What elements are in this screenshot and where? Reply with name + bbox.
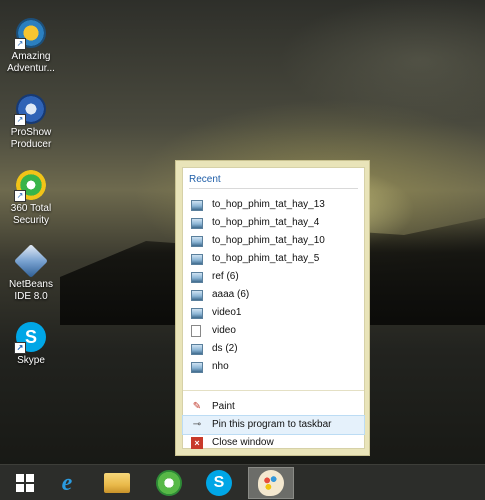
shortcut-arrow-icon: ↗ [14,38,26,50]
recent-item-label: ref (6) [212,271,239,282]
desktop-icon-skype[interactable]: S ↗ Skype [2,322,60,367]
desktop-icon-label: ProShow Producer [10,127,52,150]
image-file-icon [191,343,203,355]
image-file-icon [191,217,203,229]
recent-item[interactable]: video1 [183,304,364,322]
tasks-list: ✎ Paint ⊸ Pin this program to taskbar × … [182,398,365,452]
recent-item[interactable]: aaaa (6) [183,286,364,304]
document-file-icon [191,325,201,337]
image-file-icon [191,271,203,283]
paint-palette-icon [258,470,284,496]
image-file-icon [191,361,203,373]
desktop-icon-label: 360 Total Security [10,203,52,226]
recent-item[interactable]: to_hop_phim_tat_hay_13 [183,196,364,214]
netbeans-ide-icon [14,244,48,278]
browser-icon [156,470,182,496]
recent-item[interactable]: to_hop_phim_tat_hay_4 [183,214,364,232]
start-button[interactable] [2,467,48,499]
task-close-window[interactable]: × Close window [183,434,364,452]
recent-item[interactable]: ref (6) [183,268,364,286]
desktop-icon-label: Skype [17,355,45,366]
task-label: Close window [212,437,274,448]
recent-item-label: video [212,325,236,336]
recent-item-label: aaaa (6) [212,289,250,300]
recent-item[interactable]: to_hop_phim_tat_hay_10 [183,232,364,250]
image-file-icon [191,199,203,211]
taskbar-skype[interactable]: S [196,467,242,499]
amazing-adventures-icon: ↗ [14,18,46,50]
windows-logo-icon [16,474,34,492]
taskbar-paint[interactable] [248,467,294,499]
recent-item-label: to_hop_phim_tat_hay_10 [212,235,325,246]
shortcut-arrow-icon: ↗ [14,342,26,354]
recent-section-title: Recent [189,174,221,185]
proshow-producer-icon: ↗ [14,94,46,126]
recent-item[interactable]: ds (2) [183,340,364,358]
task-open-paint[interactable]: ✎ Paint [183,398,364,416]
desktop-icon-label: NetBeans IDE 8.0 [9,279,53,302]
desktop-icon-label: Amazing Adventur... [7,51,55,74]
360-total-security-icon: ↗ [14,170,46,202]
recent-item-label: to_hop_phim_tat_hay_13 [212,199,325,210]
jump-list-panel: Recent to_hop_phim_tat_hay_13 to_hop_phi… [182,167,365,449]
desktop-icon-amazing-adventures[interactable]: ↗ Amazing Adventur... [2,18,60,75]
internet-explorer-icon: e [61,470,73,496]
paint-jump-list: Recent to_hop_phim_tat_hay_13 to_hop_phi… [175,160,370,456]
recent-item-label: to_hop_phim_tat_hay_4 [212,217,320,228]
recent-item-label: ds (2) [212,343,238,354]
taskbar-internet-explorer[interactable]: e [44,467,90,499]
skype-icon: S [206,470,232,496]
desktop-icon-proshow-producer[interactable]: ↗ ProShow Producer [2,94,60,151]
image-file-icon [191,253,203,265]
shortcut-arrow-icon: ↗ [14,114,26,126]
image-file-icon [191,307,203,319]
recent-item-label: nho [212,361,229,372]
close-icon: × [191,437,203,449]
desktop-icon-360-total-security[interactable]: ↗ 360 Total Security [2,170,60,227]
taskbar: e S [0,464,485,500]
skype-icon: S ↗ [14,322,46,354]
task-pin-to-taskbar[interactable]: ⊸ Pin this program to taskbar [182,415,365,435]
desktop: ↗ Amazing Adventur... ↗ ProShow Producer… [0,0,485,500]
taskbar-browser[interactable] [146,467,192,499]
task-label: Paint [212,401,235,412]
pin-icon: ⊸ [192,419,202,430]
image-file-icon [191,235,203,247]
paint-icon: ✎ [192,401,202,412]
image-file-icon [191,289,203,301]
tasks-divider [183,390,364,391]
recent-item[interactable]: video [183,322,364,340]
recent-item-label: to_hop_phim_tat_hay_5 [212,253,320,264]
taskbar-file-explorer[interactable] [94,467,140,499]
section-divider [189,188,358,189]
task-label: Pin this program to taskbar [212,419,332,430]
desktop-icon-netbeans-ide[interactable]: NetBeans IDE 8.0 [2,244,60,303]
recent-item[interactable]: nho [183,358,364,376]
recent-item-label: video1 [212,307,242,318]
recent-list: to_hop_phim_tat_hay_13 to_hop_phim_tat_h… [183,196,364,376]
recent-item[interactable]: to_hop_phim_tat_hay_5 [183,250,364,268]
folder-icon [104,473,130,493]
shortcut-arrow-icon: ↗ [14,190,26,202]
